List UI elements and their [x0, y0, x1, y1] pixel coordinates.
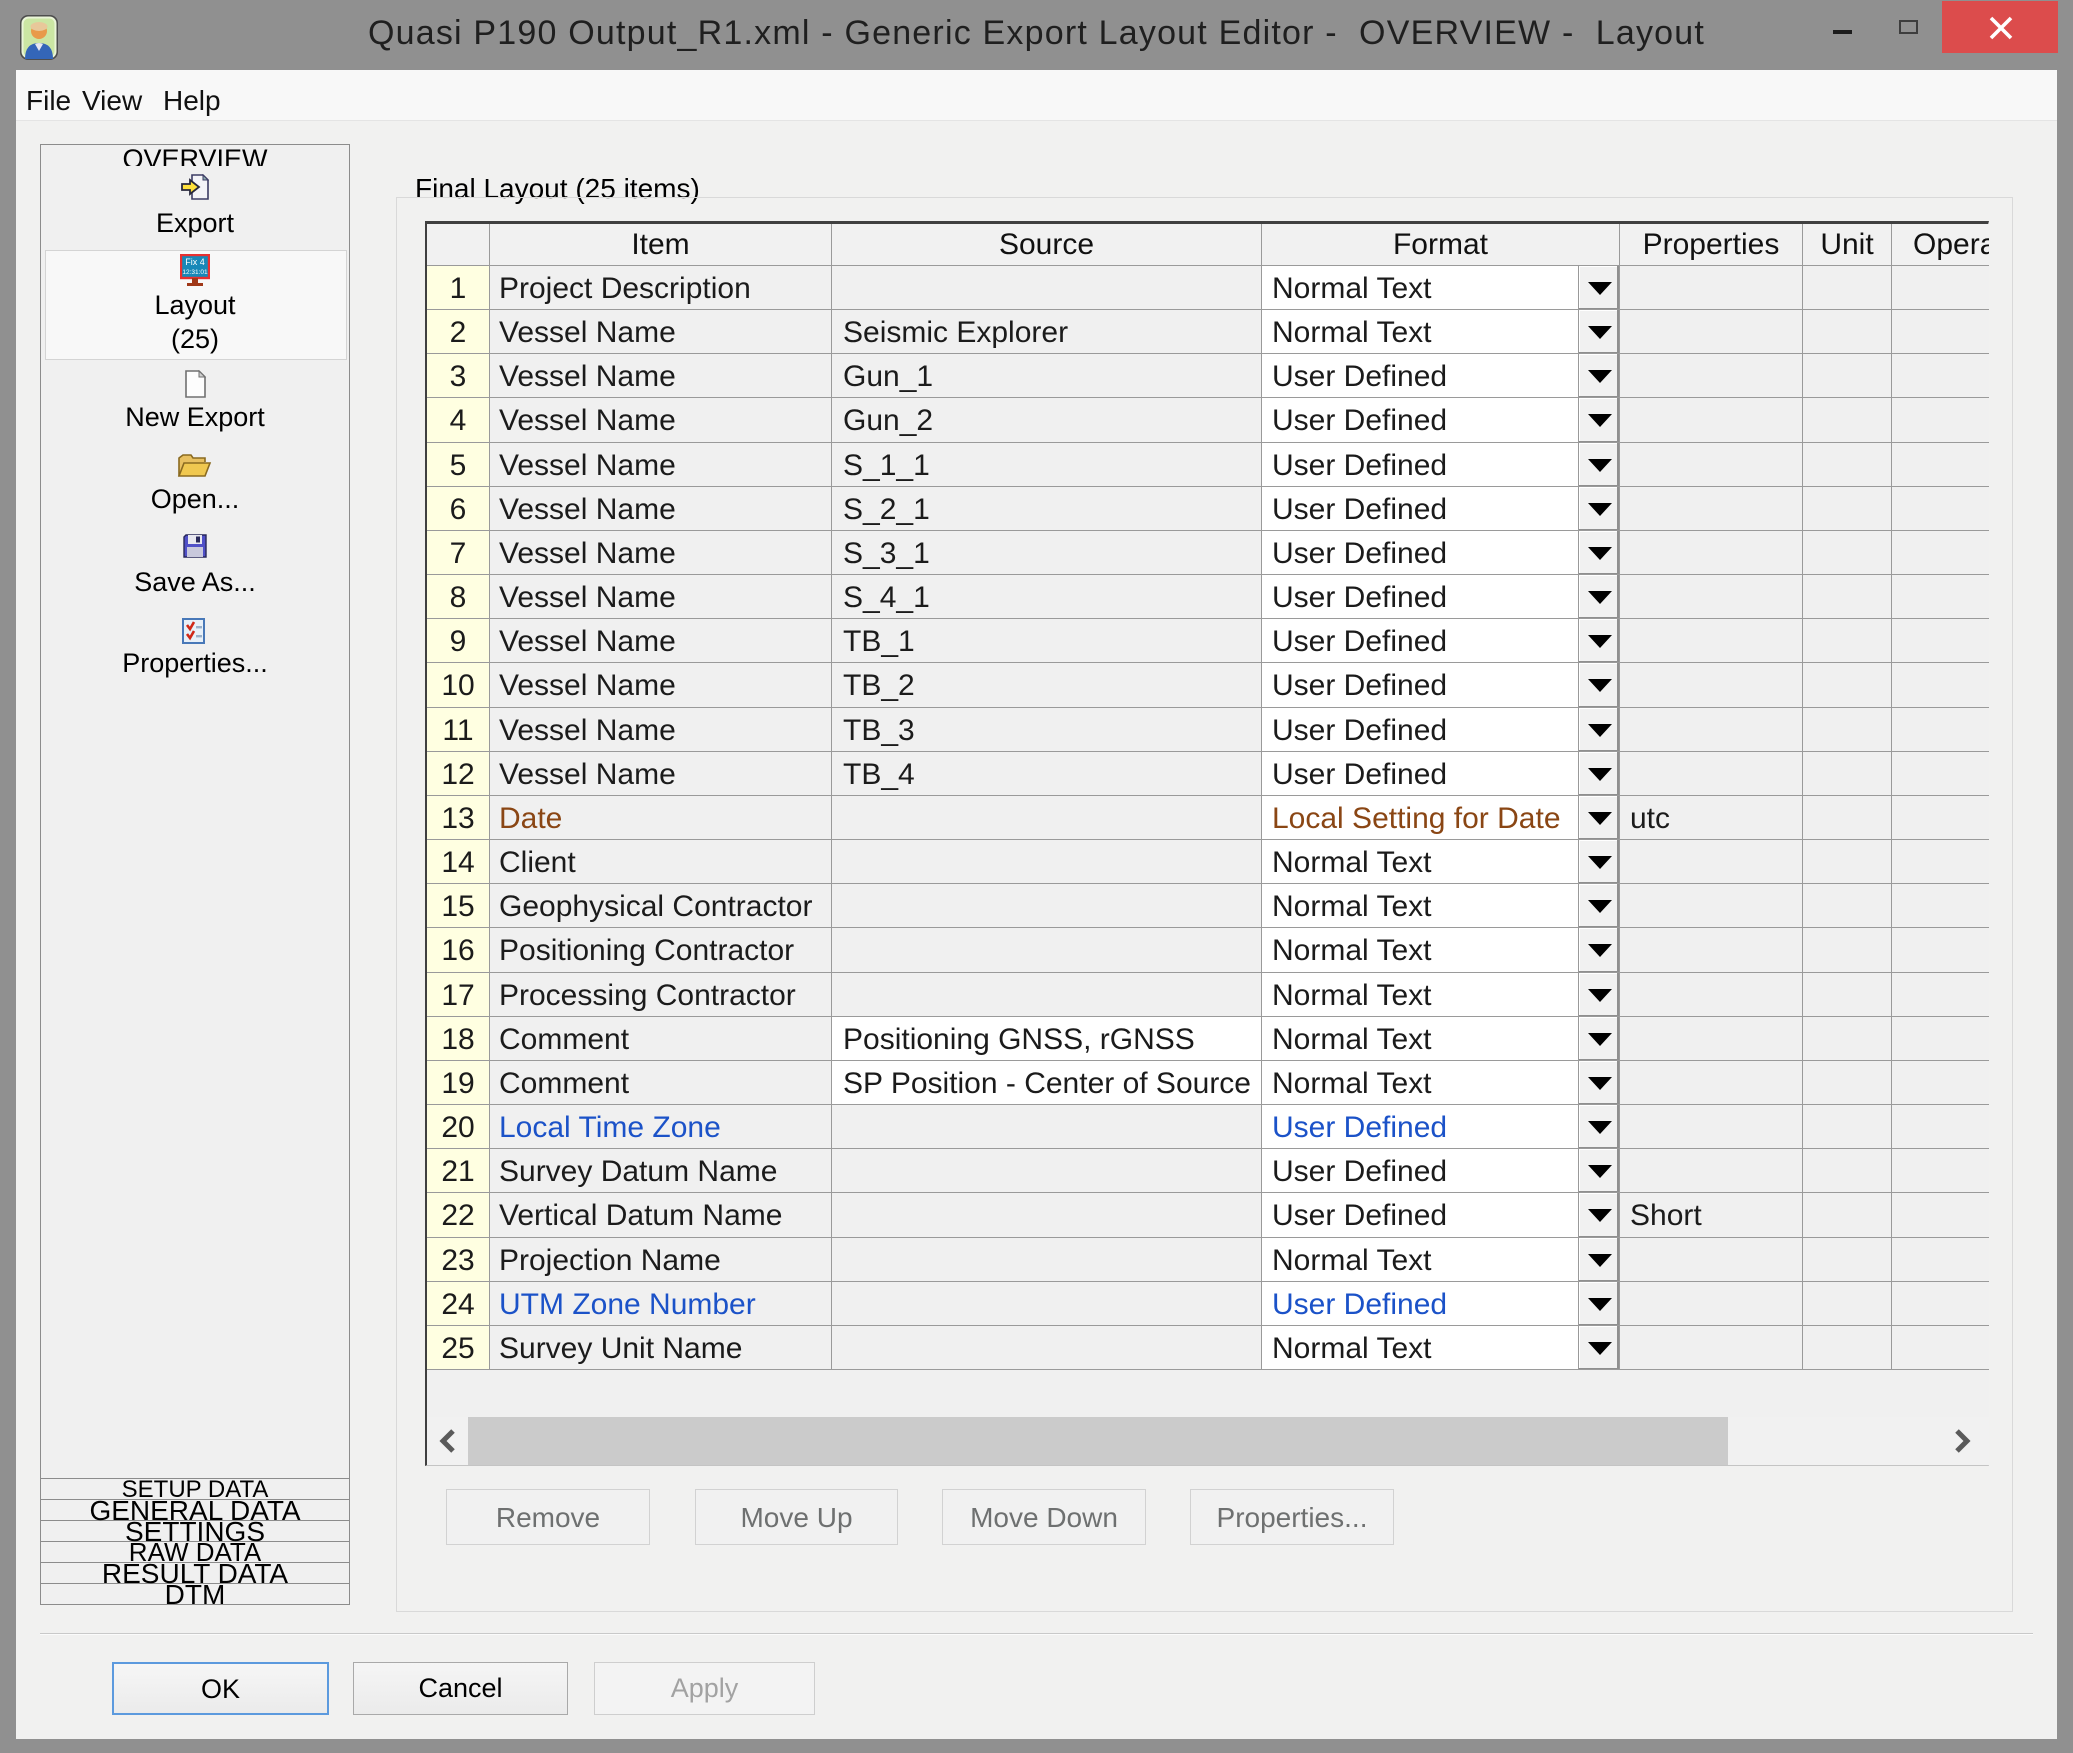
svg-text:12:31:01: 12:31:01: [182, 269, 208, 276]
svg-text:Fix 4: Fix 4: [185, 257, 205, 267]
